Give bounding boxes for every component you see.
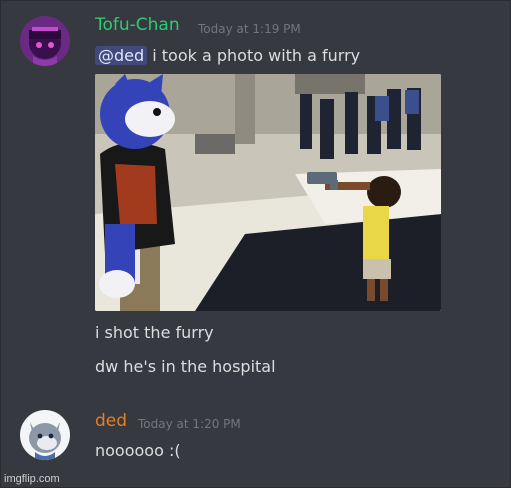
username-tofu-chan[interactable]: Tofu-Chan xyxy=(95,15,180,35)
username-ded[interactable]: ded xyxy=(95,411,127,431)
message-text-line-2: i shot the furry xyxy=(95,323,214,342)
message-text-ded: noooooo :( xyxy=(95,441,181,460)
avatar-tofu-chan[interactable] xyxy=(20,16,70,66)
timestamp-ded: Today at 1:20 PM xyxy=(138,417,241,431)
watermark: imgflip.com xyxy=(4,473,60,485)
timestamp-tofu-chan: Today at 1:19 PM xyxy=(198,22,301,36)
message-text: i took a photo with a furry xyxy=(152,46,361,65)
image-attachment[interactable] xyxy=(95,74,441,311)
message-text-line-1: @ded i took a photo with a furry xyxy=(95,46,360,65)
photo-content xyxy=(95,74,441,311)
mention-ded[interactable]: @ded xyxy=(95,46,148,65)
avatar-ded[interactable] xyxy=(20,410,70,460)
message-text-line-3: dw he's in the hospital xyxy=(95,357,276,376)
